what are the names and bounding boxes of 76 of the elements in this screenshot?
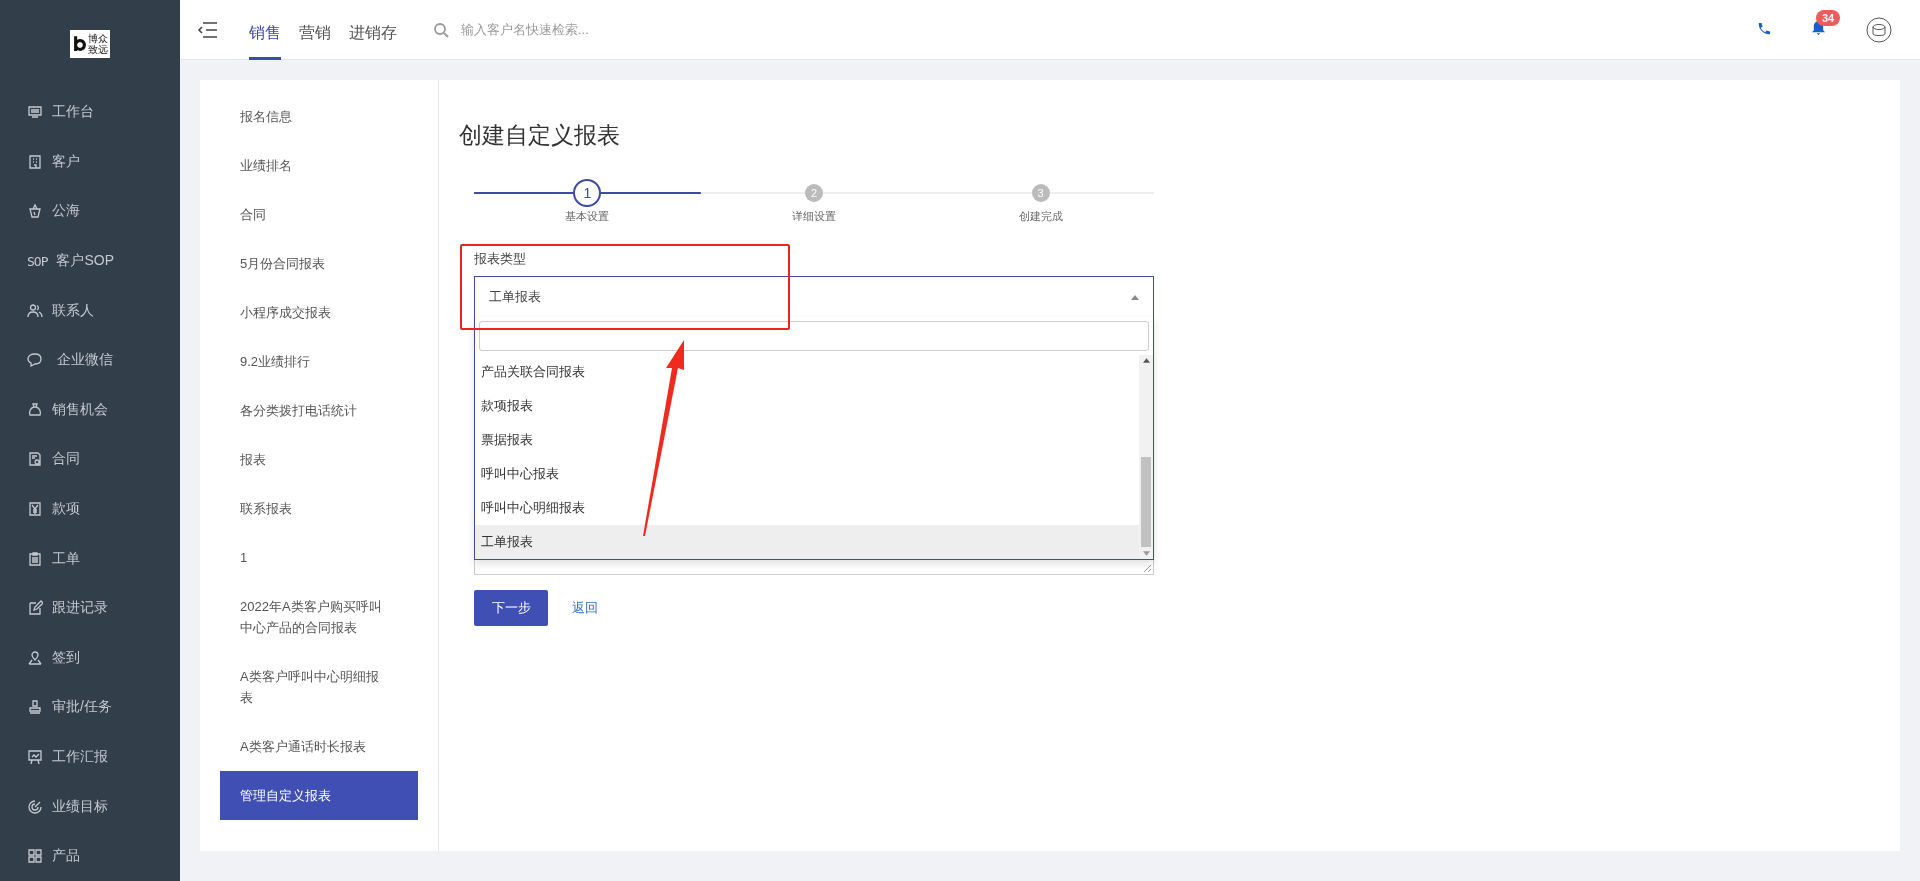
report-list-item[interactable]: 管理自定义报表 xyxy=(220,771,418,820)
menu-icon[interactable] xyxy=(197,21,217,38)
report-list-item[interactable]: 业绩排名 xyxy=(220,141,418,190)
report-list-item[interactable]: 合同 xyxy=(220,190,418,239)
report-list-item[interactable]: A类客户呼叫中心明细报表 xyxy=(220,652,418,722)
people-icon xyxy=(27,302,43,319)
report-list-item[interactable]: 各分类拨打电话统计 xyxy=(220,386,418,435)
report-list-item[interactable]: 5月份合同报表 xyxy=(220,239,418,288)
dropdown-option[interactable]: 票据报表 xyxy=(475,423,1139,457)
notification-badge: 34 xyxy=(1816,10,1841,26)
clipboard-icon xyxy=(27,550,43,567)
report-list-item[interactable]: 报表 xyxy=(220,435,418,484)
edit-icon xyxy=(27,600,43,617)
sidebar-item[interactable]: 审批/任务 xyxy=(0,682,180,733)
stamp-icon xyxy=(27,699,43,716)
report-list-item[interactable]: 2022年A类客户购买呼叫中心产品的合同报表 xyxy=(220,582,418,652)
sidebar-item[interactable]: 签到 xyxy=(0,633,180,683)
dropdown-option[interactable]: 款项报表 xyxy=(475,389,1139,423)
board-icon xyxy=(27,749,43,765)
logo-text: 博众 致远 xyxy=(87,32,108,55)
step-number: 2 xyxy=(805,184,823,202)
sidebar-item[interactable]: 公海 xyxy=(0,186,180,237)
dropdown-option[interactable]: 呼叫中心明细报表 xyxy=(475,491,1139,525)
sidebar-item[interactable]: 业绩目标 xyxy=(0,781,180,832)
caret-icon xyxy=(1131,294,1139,300)
resize-grip-icon xyxy=(1143,564,1151,572)
sidebar-item[interactable]: 跟进记录 xyxy=(0,583,180,634)
sidebar-item[interactable]: 客户 xyxy=(0,137,180,187)
dropdown-option[interactable]: 呼叫中心报表 xyxy=(475,457,1139,491)
moneybag-icon xyxy=(27,401,43,418)
building-icon xyxy=(27,153,43,170)
sidebar-item[interactable]: 联系人 xyxy=(0,285,180,336)
sidebar-item[interactable]: 企业微信 xyxy=(0,335,180,386)
nav-tab[interactable]: 营销 xyxy=(299,0,331,60)
sidebar-item[interactable]: 合同 xyxy=(0,434,180,485)
dropdown-option[interactable]: 产品关联合同报表 xyxy=(475,355,1139,389)
dropdown-search-field[interactable] xyxy=(479,321,1149,351)
sidebar-item[interactable]: 工作台 xyxy=(0,87,180,138)
logo-icon xyxy=(72,34,87,53)
scroll-up-icon[interactable] xyxy=(1142,358,1150,363)
avatar-icon[interactable] xyxy=(1866,16,1892,43)
step-label: 详细设置 xyxy=(792,209,836,224)
chat-icon xyxy=(27,352,43,369)
sidebar-item[interactable]: 工单 xyxy=(0,533,180,584)
report-list-item[interactable]: 1 xyxy=(220,533,418,582)
dropdown-option[interactable]: 工单报表 xyxy=(475,525,1139,559)
next-step-button[interactable]: 下一步 xyxy=(474,590,548,626)
scrollbar[interactable] xyxy=(1139,355,1153,559)
step-label: 创建完成 xyxy=(1018,209,1063,224)
sop-icon: SOP xyxy=(27,253,48,269)
page-title: 创建自定义报表 xyxy=(459,121,621,150)
sidebar-item[interactable]: 产品 xyxy=(0,831,180,881)
report-list-item[interactable]: 9.2业绩排行 xyxy=(220,337,418,386)
step-number: 3 xyxy=(1031,184,1050,202)
report-list-item[interactable]: 小程序成交报表 xyxy=(220,288,418,337)
grid-icon xyxy=(27,848,43,865)
back-link[interactable]: 返回 xyxy=(572,599,598,617)
basket-icon xyxy=(27,203,43,220)
monitor-icon xyxy=(27,104,43,121)
report-list-item[interactable]: 联系报表 xyxy=(220,484,418,533)
yen-icon xyxy=(27,501,43,518)
report-list-item[interactable]: A类客户通话时长报表 xyxy=(220,722,418,771)
pin-icon xyxy=(27,649,43,666)
field-label: 报表类型 xyxy=(474,250,527,268)
phone-icon[interactable] xyxy=(1756,22,1771,37)
sidebar-item[interactable]: 款项 xyxy=(0,484,180,534)
document-icon xyxy=(27,451,43,468)
step-number: 1 xyxy=(573,179,602,207)
sidebar-item[interactable]: 工作汇报 xyxy=(0,732,180,782)
target-icon xyxy=(27,798,43,815)
step-label: 基本设置 xyxy=(565,209,610,224)
search-icon xyxy=(433,21,449,38)
sidebar-item[interactable]: 销售机会 xyxy=(0,385,180,435)
nav-tab[interactable]: 进销存 xyxy=(349,0,397,60)
sidebar-item[interactable]: SOP 客户SOP xyxy=(0,236,180,286)
report-list-item[interactable]: 报名信息 xyxy=(220,92,418,141)
